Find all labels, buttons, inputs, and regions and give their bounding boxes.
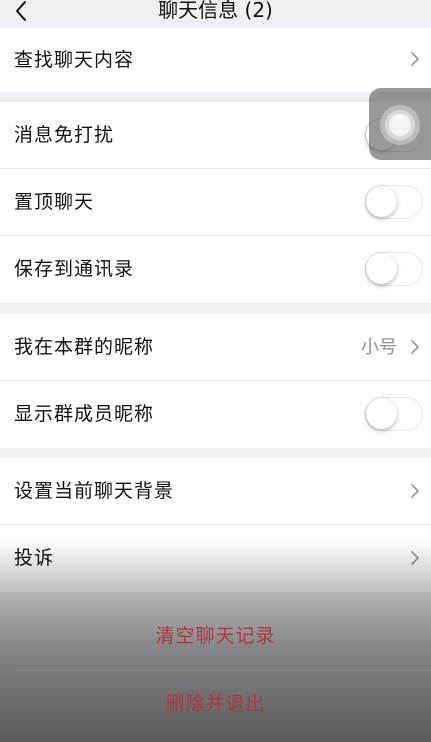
show-nicknames-row: 显示群成员昵称: [0, 381, 431, 448]
row-label: 保存到通讯录: [14, 258, 135, 280]
pin-row: 置顶聊天: [0, 169, 431, 236]
row-label: 置顶聊天: [14, 191, 95, 213]
toggle-knob: [366, 186, 397, 217]
chevron-right-icon: [411, 52, 419, 66]
chevron-right-icon: [411, 551, 419, 565]
show-nicknames-toggle[interactable]: [365, 397, 423, 431]
assistive-dot-icon: [389, 114, 411, 136]
search-chat-row[interactable]: 查找聊天内容: [0, 28, 431, 92]
assistive-touch-button[interactable]: [369, 88, 431, 160]
save-contacts-row: 保存到通讯录: [0, 236, 431, 303]
search-group: 查找聊天内容: [0, 28, 431, 92]
chevron-right-icon: [411, 484, 419, 498]
action-sheet: 清空聊天记录 删除并退出: [0, 603, 431, 742]
row-label: 查找聊天内容: [14, 49, 135, 71]
delete-and-exit-button[interactable]: 删除并退出: [0, 671, 431, 738]
save-contacts-toggle[interactable]: [365, 252, 423, 286]
row-label: 我在本群的昵称: [14, 336, 155, 358]
row-label: 投诉: [14, 547, 55, 569]
pin-toggle[interactable]: [365, 185, 423, 219]
settings-group: 消息免打扰 置顶聊天 保存到通讯录: [0, 102, 431, 303]
nickname-row[interactable]: 我在本群的昵称 小号: [0, 314, 431, 381]
report-row[interactable]: 投诉: [0, 525, 431, 592]
nickname-value: 小号: [361, 337, 397, 358]
toggle-knob: [366, 398, 397, 429]
chat-background-row[interactable]: 设置当前聊天背景: [0, 458, 431, 525]
chevron-right-icon: [411, 340, 419, 354]
nickname-group: 我在本群的昵称 小号 显示群成员昵称: [0, 314, 431, 448]
toggle-knob: [366, 253, 397, 284]
misc-group: 设置当前聊天背景 投诉: [0, 458, 431, 592]
row-label: 设置当前聊天背景: [14, 480, 175, 502]
clear-history-button[interactable]: 清空聊天记录: [0, 603, 431, 670]
page-title: 聊天信息 (2): [158, 0, 273, 22]
mute-row: 消息免打扰: [0, 102, 431, 169]
row-label: 消息免打扰: [14, 124, 115, 146]
row-label: 显示群成员昵称: [14, 403, 155, 425]
navigation-bar: 聊天信息 (2): [0, 0, 431, 28]
